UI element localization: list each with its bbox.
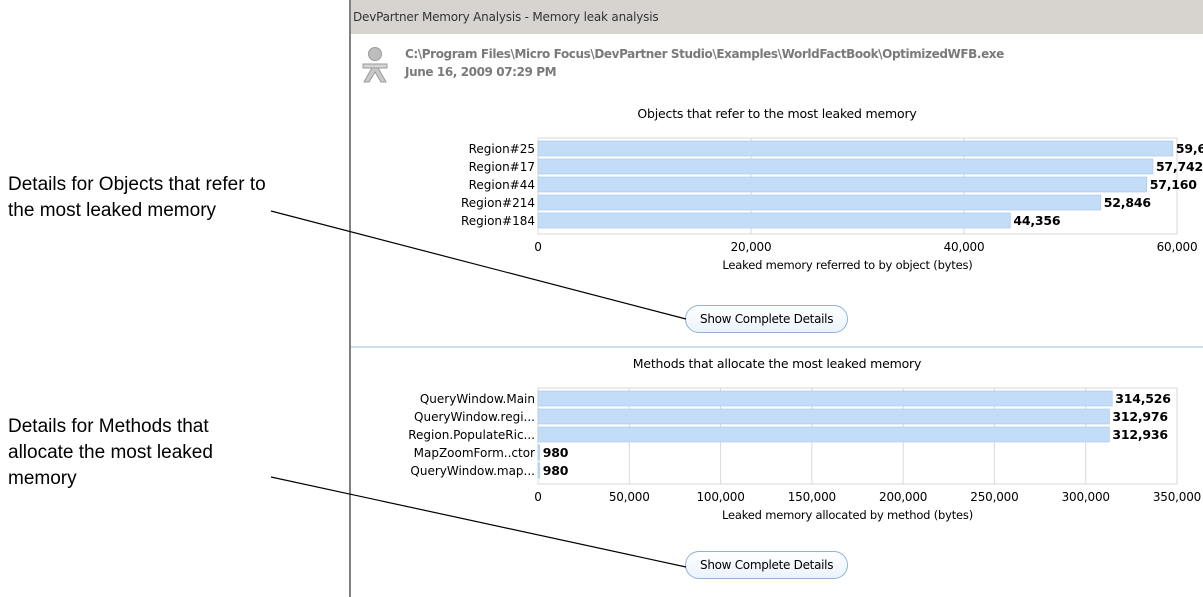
methods-chart-title: Methods that allocate the most leaked me… <box>632 356 922 371</box>
bar <box>537 408 1110 425</box>
category-label: QueryWindow.regi... <box>414 410 535 424</box>
methods-section: Methods that allocate the most leaked me… <box>351 348 1203 597</box>
run-date: June 16, 2009 07:29 PM <box>405 65 557 79</box>
value-label: 312,936 <box>1112 427 1168 442</box>
memory-analysis-window: DevPartner Memory Analysis - Memory leak… <box>349 0 1203 597</box>
category-label: Region.PopulateRic... <box>408 428 535 442</box>
tick-label: 350,000 <box>1153 490 1201 504</box>
value-label: 44,356 <box>1013 213 1061 228</box>
bar <box>537 426 1110 443</box>
value-label: 57,742 <box>1156 159 1203 174</box>
x-axis-label: Leaked memory referred to by object (byt… <box>722 258 972 272</box>
category-label: Region#214 <box>461 196 535 210</box>
bar <box>537 390 1113 407</box>
bar <box>537 158 1154 175</box>
tick-label: 40,000 <box>944 240 985 254</box>
tick-label: 0 <box>534 240 541 254</box>
category-label: Region#184 <box>461 214 535 228</box>
tick-label: 60,000 <box>1157 240 1198 254</box>
value-label: 57,160 <box>1150 177 1198 192</box>
category-label: Region#25 <box>469 142 535 156</box>
value-label: 59,614 <box>1176 141 1203 156</box>
category-label: Region#44 <box>469 178 535 192</box>
value-label: 314,526 <box>1115 391 1171 406</box>
category-label: Region#17 <box>469 160 535 174</box>
bar <box>537 212 1011 229</box>
value-label: 52,846 <box>1104 195 1152 210</box>
executable-path: C:\Program Files\Micro Focus\DevPartner … <box>405 47 1004 61</box>
tick-label: 50,000 <box>609 490 650 504</box>
tick-label: 150,000 <box>788 490 836 504</box>
tick-label: 250,000 <box>970 490 1018 504</box>
tick-label: 200,000 <box>879 490 927 504</box>
value-label: 312,976 <box>1112 409 1168 424</box>
tick-label: 100,000 <box>696 490 744 504</box>
tick-label: 0 <box>534 490 541 504</box>
bar <box>537 444 541 461</box>
category-label: QueryWindow.Main <box>420 392 535 406</box>
window-title: DevPartner Memory Analysis - Memory leak… <box>351 0 1203 34</box>
bar <box>537 194 1102 211</box>
category-label: MapZoomForm..ctor <box>414 446 535 460</box>
objects-show-details-button[interactable]: Show Complete Details <box>685 305 849 333</box>
objects-section: Objects that refer to the most leaked me… <box>351 100 1203 345</box>
category-label: QueryWindow.map... <box>410 464 535 478</box>
bar <box>537 462 541 479</box>
value-label: 980 <box>543 445 569 460</box>
objects-chart-title: Objects that refer to the most leaked me… <box>637 106 917 121</box>
x-axis-label: Leaked memory allocated by method (bytes… <box>722 508 973 522</box>
person-icon <box>362 47 388 83</box>
bar <box>537 176 1148 193</box>
bar <box>537 140 1174 157</box>
value-label: 980 <box>543 463 569 478</box>
tick-label: 20,000 <box>731 240 772 254</box>
objects-chart: Region#25 59,614 Region#17 57,742 Region#44 5… <box>461 137 1203 272</box>
methods-chart: QueryWindow.Main 314,526 QueryWindow.regi.… <box>408 387 1201 522</box>
callout-objects: Details for Objects that refer to the mo… <box>8 174 266 221</box>
methods-show-details-button[interactable]: Show Complete Details <box>685 551 849 579</box>
tick-label: 300,000 <box>1062 490 1110 504</box>
callout-methods: Details for Methods that allocate the mo… <box>8 416 213 489</box>
